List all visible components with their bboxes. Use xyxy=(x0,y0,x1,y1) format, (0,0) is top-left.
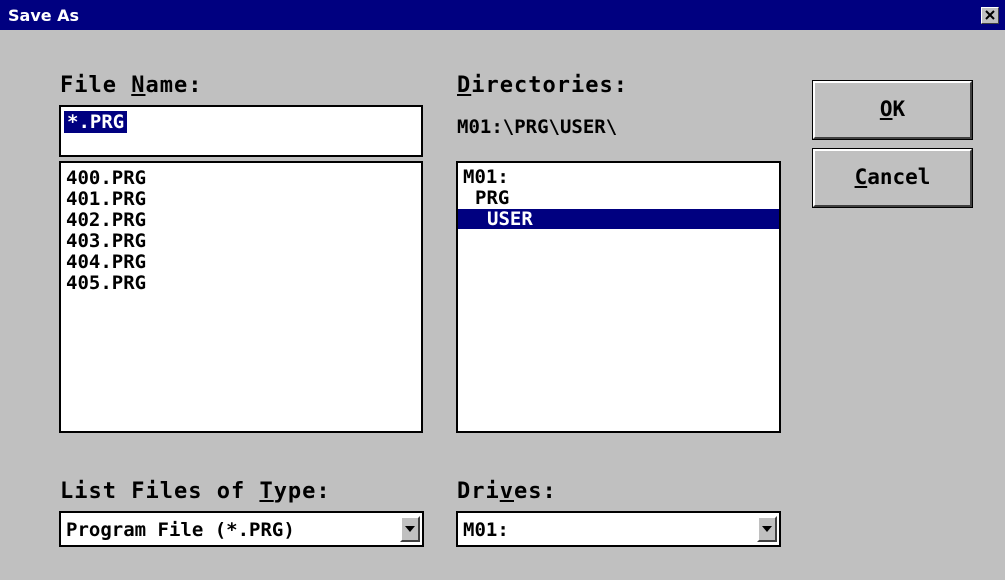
directory-item[interactable]: USER xyxy=(458,209,779,229)
file-type-select[interactable]: Program File (*.PRG) xyxy=(59,511,424,547)
save-as-dialog: Save As File Name: *.PRG 400.PRG 401.PRG 4… xyxy=(0,0,1005,580)
drives-value: M01: xyxy=(463,519,509,541)
window-title: Save As xyxy=(8,6,80,25)
file-list-item[interactable]: 405.PRG xyxy=(66,272,146,294)
file-type-value: Program File (*.PRG) xyxy=(66,519,295,541)
file-type-label: List Files of Type: xyxy=(60,479,331,504)
file-list[interactable]: 400.PRG 401.PRG 402.PRG 403.PRG 404.PRG 405.P… xyxy=(59,161,423,433)
file-list-item[interactable]: 400.PRG xyxy=(66,167,146,189)
directory-item-label: PRG xyxy=(475,187,510,209)
file-list-item[interactable]: 401.PRG xyxy=(66,188,146,210)
chevron-down-icon xyxy=(405,526,415,532)
directory-item-label: USER xyxy=(487,208,533,230)
file-type-dropdown-button[interactable] xyxy=(400,516,420,542)
directory-item[interactable]: M01: xyxy=(458,167,509,187)
title-bar[interactable]: Save As xyxy=(0,0,1005,30)
file-list-item[interactable]: 402.PRG xyxy=(66,209,146,231)
file-name-value[interactable]: *.PRG xyxy=(64,111,128,133)
file-list-item[interactable]: 403.PRG xyxy=(66,230,146,252)
drives-select[interactable]: M01: xyxy=(456,511,781,547)
directory-list[interactable]: M01: PRG USER xyxy=(456,161,781,433)
directory-item[interactable]: PRG xyxy=(458,188,509,208)
close-icon xyxy=(985,10,995,20)
current-directory-path: M01:\PRG\USER\ xyxy=(457,116,618,138)
drives-label: Drives: xyxy=(457,479,557,504)
directories-label: Directories: xyxy=(457,73,628,98)
drives-dropdown-button[interactable] xyxy=(757,516,777,542)
cancel-button[interactable]: Cancel xyxy=(812,148,973,208)
close-button[interactable] xyxy=(981,7,999,24)
file-name-input[interactable]: *.PRG xyxy=(59,105,423,157)
ok-button[interactable]: OK xyxy=(812,80,973,140)
file-list-item[interactable]: 404.PRG xyxy=(66,251,146,273)
directory-item-label: M01: xyxy=(463,166,509,188)
file-name-label: File Name: xyxy=(60,73,203,98)
chevron-down-icon xyxy=(762,526,772,532)
